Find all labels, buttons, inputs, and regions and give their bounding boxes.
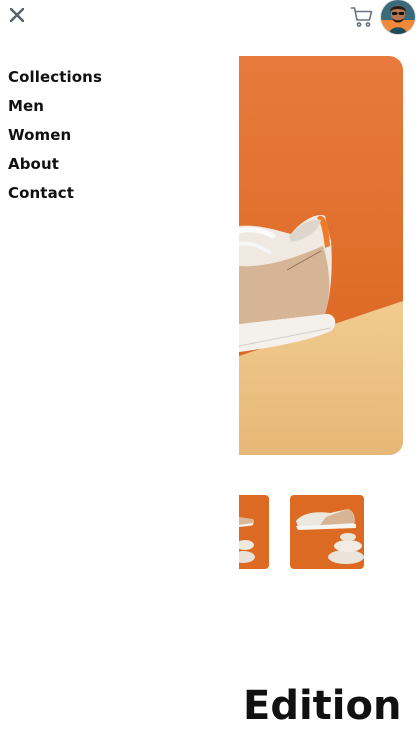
thumbnail-image xyxy=(239,495,269,569)
close-menu-button[interactable] xyxy=(6,4,28,26)
close-icon xyxy=(10,8,24,22)
product-hero-image[interactable] xyxy=(239,56,403,455)
nav-item-collections[interactable]: Collections xyxy=(8,63,102,92)
top-bar xyxy=(0,0,416,40)
avatar-icon xyxy=(381,0,415,34)
main-nav-menu: Collections Men Women About Contact xyxy=(8,63,102,208)
nav-item-men[interactable]: Men xyxy=(8,92,102,121)
sneaker-image xyxy=(239,56,403,455)
thumbnail-image xyxy=(290,495,364,569)
nav-item-women[interactable]: Women xyxy=(8,121,102,150)
product-thumbnail[interactable] xyxy=(290,495,364,569)
product-heading: Edition xyxy=(243,683,402,729)
nav-item-contact[interactable]: Contact xyxy=(8,179,102,208)
user-avatar[interactable] xyxy=(381,0,415,34)
cart-icon xyxy=(350,7,373,27)
product-thumbnail[interactable] xyxy=(239,495,269,569)
cart-button[interactable] xyxy=(350,5,374,29)
nav-item-about[interactable]: About xyxy=(8,150,102,179)
